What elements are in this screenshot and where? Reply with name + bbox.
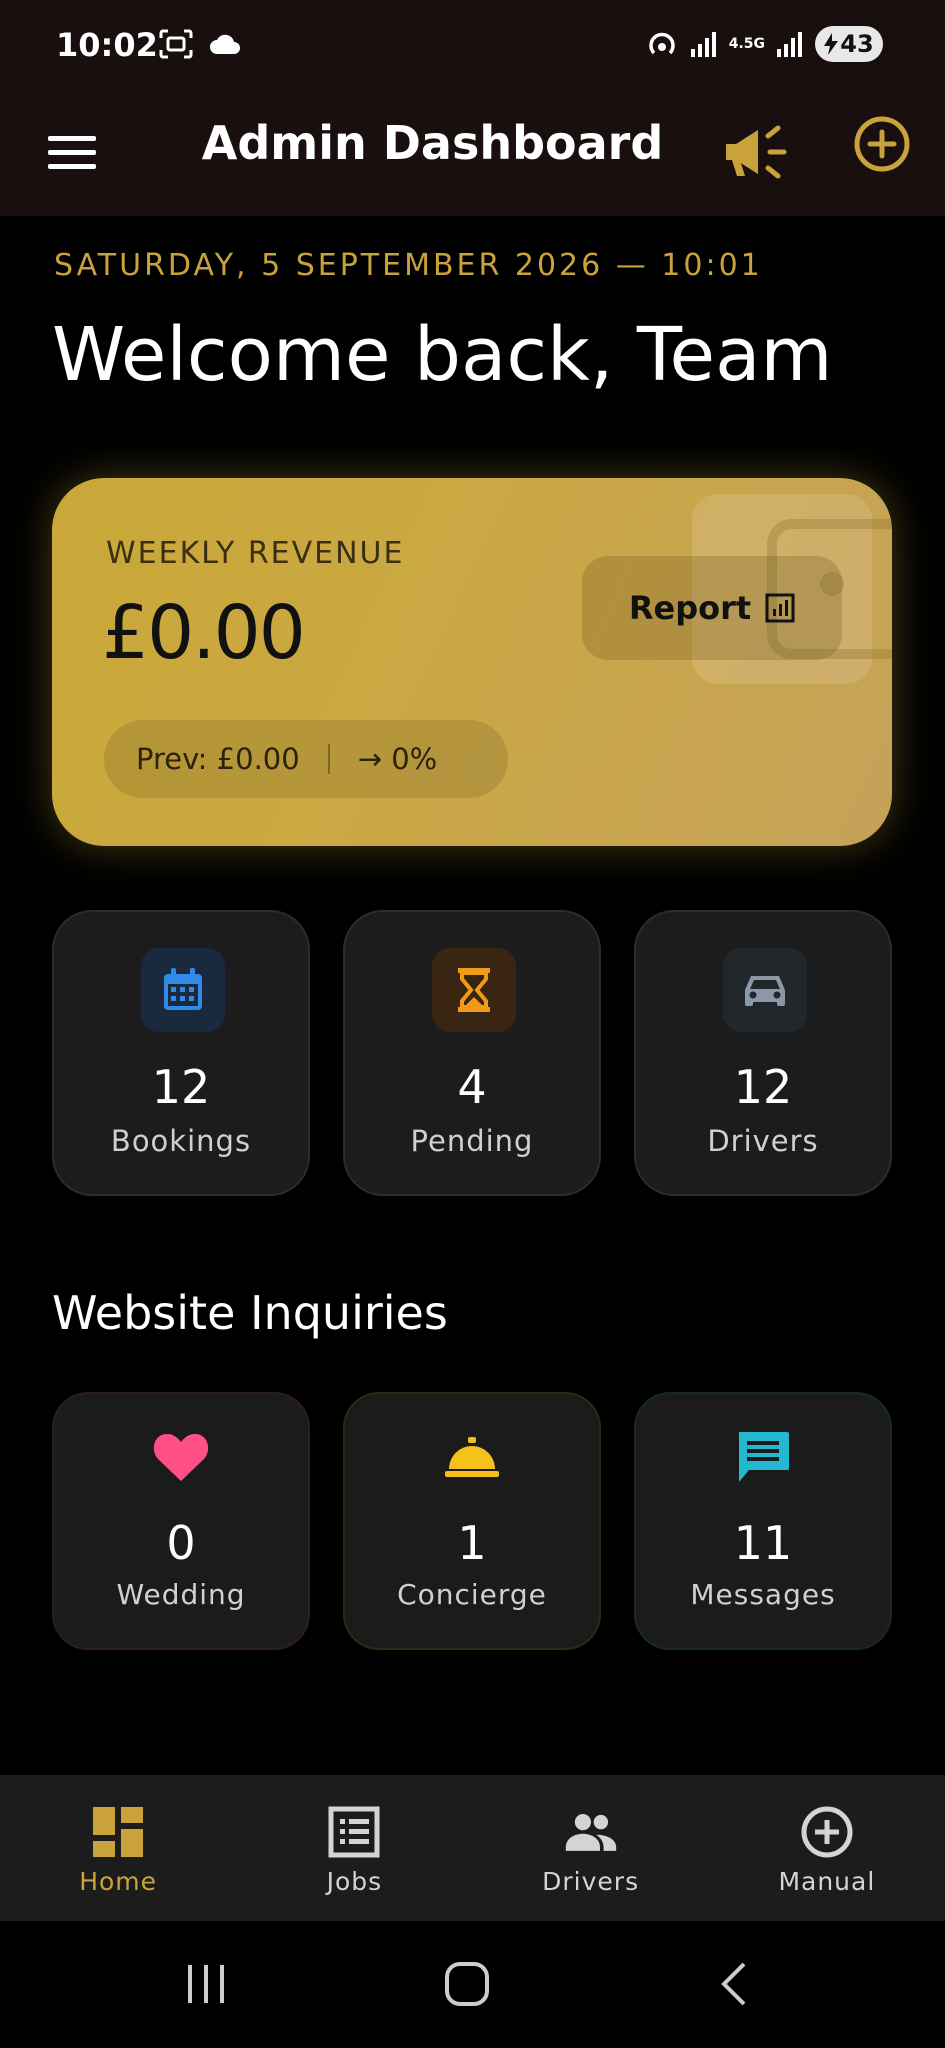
- battery-level: 43: [840, 30, 874, 58]
- report-button[interactable]: Report: [582, 556, 842, 660]
- calendar-icon: [141, 948, 225, 1032]
- people-icon: [565, 1814, 616, 1851]
- signal-icon: [690, 32, 716, 57]
- nav-item-manual[interactable]: Manual: [709, 1775, 945, 1921]
- charging-icon: [824, 33, 839, 55]
- back-icon[interactable]: [716, 1961, 750, 2007]
- add-circle-icon: [801, 1806, 853, 1858]
- inquiry-card-concierge[interactable]: 1 Concierge: [343, 1392, 601, 1650]
- list-icon: [328, 1806, 380, 1858]
- nav-label: Jobs: [326, 1867, 383, 1896]
- bar-chart-icon: [765, 593, 795, 623]
- message-icon: [636, 1426, 890, 1488]
- inquiry-card-messages[interactable]: 11 Messages: [634, 1392, 892, 1650]
- weekly-revenue-card: WEEKLY REVENUE £0.00 Report Prev: £0.00 …: [52, 478, 892, 846]
- page-title: Admin Dashboard: [201, 116, 664, 170]
- section-title-inquiries: Website Inquiries: [52, 1286, 448, 1340]
- nav-item-jobs[interactable]: Jobs: [236, 1775, 472, 1921]
- stat-card-drivers[interactable]: 12 Drivers: [634, 910, 892, 1196]
- add-circle-icon[interactable]: [852, 114, 912, 174]
- inquiry-value: 11: [733, 1516, 793, 1570]
- stat-value: 4: [457, 1060, 487, 1114]
- hotspot-icon: [648, 32, 675, 55]
- report-label: Report: [628, 589, 752, 627]
- signal-icon-2: [777, 32, 802, 57]
- previous-revenue: Prev: £0.00: [136, 742, 300, 776]
- bottom-navigation: Home Jobs Drivers Manual: [0, 1775, 945, 1921]
- stat-label: Pending: [410, 1124, 534, 1158]
- megaphone-icon[interactable]: [722, 122, 788, 182]
- car-icon: [723, 948, 807, 1032]
- stat-value: 12: [151, 1060, 211, 1114]
- hourglass-icon: [432, 948, 516, 1032]
- stat-card-bookings[interactable]: 12 Bookings: [52, 910, 310, 1196]
- inquiry-value: 0: [166, 1516, 196, 1570]
- pill-divider: [327, 744, 330, 774]
- inquiry-label: Wedding: [116, 1578, 246, 1611]
- system-navigation-bar: [0, 1921, 945, 2048]
- revenue-label: WEEKLY REVENUE: [106, 536, 405, 571]
- recent-apps-icon[interactable]: [184, 1961, 228, 2007]
- status-left-icons: [158, 28, 242, 60]
- cloud-icon: [210, 34, 240, 54]
- network-type: 4.5G: [728, 36, 765, 52]
- nav-item-home[interactable]: Home: [0, 1775, 236, 1921]
- nav-item-drivers[interactable]: Drivers: [473, 1775, 709, 1921]
- status-right-icons: 4.5G 43: [645, 26, 883, 62]
- inquiry-label: Concierge: [397, 1578, 547, 1611]
- nav-label: Home: [79, 1867, 158, 1896]
- dashboard-icon: [93, 1807, 144, 1857]
- app-bar: Admin Dashboard: [0, 92, 945, 216]
- status-time: 10:02: [56, 26, 158, 64]
- battery-indicator: 43: [815, 26, 883, 62]
- nav-label: Manual: [778, 1867, 876, 1896]
- welcome-heading: Welcome back, Team: [52, 312, 833, 398]
- stat-value: 12: [733, 1060, 793, 1114]
- screenshot-icon: [159, 29, 193, 59]
- service-bell-icon: [345, 1426, 599, 1488]
- stat-card-pending[interactable]: 4 Pending: [343, 910, 601, 1196]
- stat-label: Drivers: [707, 1124, 819, 1158]
- revenue-amount: £0.00: [102, 590, 306, 676]
- heart-icon: [54, 1426, 308, 1488]
- revenue-change: → 0%: [357, 742, 438, 776]
- nav-label: Drivers: [542, 1867, 640, 1896]
- inquiry-card-wedding[interactable]: 0 Wedding: [52, 1392, 310, 1650]
- previous-revenue-pill: Prev: £0.00 → 0%: [104, 720, 508, 798]
- stat-label: Bookings: [110, 1124, 252, 1158]
- inquiry-value: 1: [457, 1516, 487, 1570]
- inquiry-label: Messages: [690, 1578, 836, 1611]
- home-button-icon[interactable]: [444, 1961, 490, 2007]
- date-label: SATURDAY, 5 SEPTEMBER 2026 — 10:01: [54, 248, 763, 283]
- status-bar: 10:02 4.5G 43: [0, 0, 945, 92]
